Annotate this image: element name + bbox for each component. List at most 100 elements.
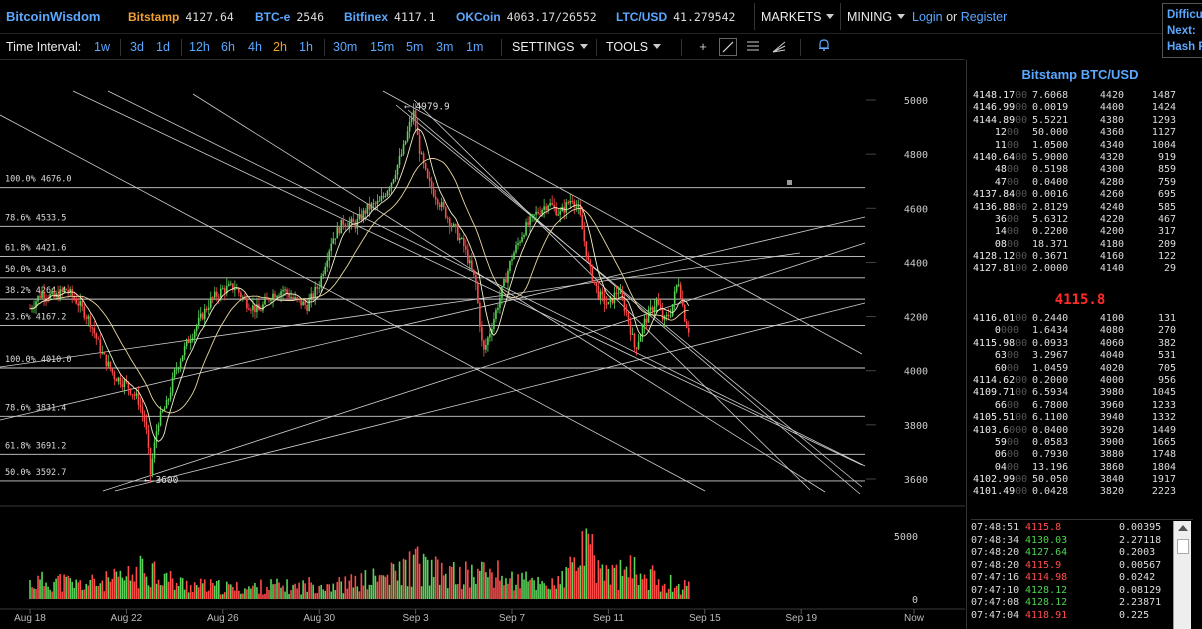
site-logo[interactable]: BitcoinWisdom bbox=[6, 9, 101, 24]
volume-bar bbox=[266, 586, 268, 599]
ask-row[interactable]: 4140.6400 5.9000 4320 919 bbox=[973, 152, 1189, 164]
ask-row[interactable]: 4800 0.5198 4300 859 bbox=[973, 164, 1189, 176]
bid-row[interactable]: 4109.7100 6.5934 3980 1045 bbox=[973, 387, 1189, 399]
interval-3d[interactable]: 3d bbox=[130, 40, 144, 54]
login-link[interactable]: Login bbox=[912, 10, 943, 24]
bid-row[interactable]: 6600 6.7800 3960 1233 bbox=[973, 400, 1189, 412]
candle-body bbox=[535, 211, 537, 215]
volume-bar bbox=[356, 586, 359, 599]
ask-row[interactable]: 1200 50.000 4360 1127 bbox=[973, 127, 1189, 139]
time-tick-label: Aug 22 bbox=[111, 613, 143, 624]
bid-row[interactable]: 6300 3.2967 4040 531 bbox=[973, 350, 1189, 362]
ticker-btce[interactable]: BTC-e 2546 bbox=[255, 10, 324, 24]
candle-body bbox=[547, 205, 549, 211]
candle-body bbox=[571, 200, 574, 202]
interval-1h[interactable]: 1h bbox=[299, 40, 313, 54]
bid-row[interactable]: 4116.0100 0.2440 4100 131 bbox=[973, 313, 1189, 325]
ask-row[interactable]: 4128.1200 0.3671 4160 122 bbox=[973, 251, 1189, 263]
toolbar-divider bbox=[800, 39, 801, 56]
interval-15m[interactable]: 15m bbox=[370, 40, 394, 54]
volume-bar bbox=[183, 589, 186, 599]
settings-menu[interactable]: SETTINGS bbox=[512, 40, 588, 54]
interval-3m[interactable]: 3m bbox=[436, 40, 453, 54]
ask-row[interactable]: 4144.8900 5.5221 4380 1293 bbox=[973, 115, 1189, 127]
ask-row[interactable]: 4148.1700 7.6068 4420 1487 bbox=[973, 90, 1189, 102]
ask-row[interactable]: 4146.9900 0.0019 4400 1424 bbox=[973, 102, 1189, 114]
ask-row[interactable]: 4136.8800 2.8129 4240 585 bbox=[973, 202, 1189, 214]
order-price: 4148.1700 bbox=[973, 90, 1028, 101]
alert-bell-icon[interactable] bbox=[815, 38, 833, 56]
interval-5m[interactable]: 5m bbox=[406, 40, 423, 54]
bid-row[interactable]: 4115.9800 0.0933 4060 382 bbox=[973, 338, 1189, 350]
volume-bar bbox=[358, 591, 361, 599]
register-link[interactable]: Register bbox=[961, 10, 1008, 24]
interval-6h[interactable]: 6h bbox=[221, 40, 235, 54]
trendline-icon[interactable] bbox=[719, 38, 737, 56]
volume-bar bbox=[336, 581, 339, 599]
interval-2h[interactable]: 2h bbox=[273, 40, 287, 54]
ticker-bitfinex[interactable]: Bitfinex 4117.1 bbox=[344, 10, 436, 24]
interval-12h[interactable]: 12h bbox=[189, 40, 210, 54]
candle-body bbox=[260, 310, 262, 312]
scroll-up-arrow-icon[interactable] bbox=[1178, 525, 1188, 531]
interval-1w[interactable]: 1w bbox=[94, 40, 110, 54]
depth-sum: 1004 bbox=[1151, 139, 1176, 151]
bid-row[interactable]: 0000 1.6434 4080 270 bbox=[973, 325, 1189, 337]
scroll-thumb[interactable] bbox=[1177, 539, 1189, 554]
candle-body bbox=[523, 235, 525, 238]
volume-bar bbox=[477, 568, 479, 599]
crosshair-icon[interactable]: + bbox=[694, 38, 712, 56]
ask-row[interactable]: 4700 0.0400 4280 759 bbox=[973, 177, 1189, 189]
bid-row[interactable]: 4114.6200 0.2000 4000 956 bbox=[973, 375, 1189, 387]
depth-price: 3880 bbox=[1099, 449, 1124, 461]
order-amount: 5.9000 bbox=[1032, 151, 1069, 163]
bid-row[interactable]: 4103.6000 0.0400 3920 1449 bbox=[973, 425, 1189, 437]
interval-4h[interactable]: 4h bbox=[248, 40, 262, 54]
trade-amount: 2.23871 bbox=[1119, 597, 1162, 608]
bid-row[interactable]: 6000 1.0459 4020 705 bbox=[973, 363, 1189, 375]
bid-row[interactable]: 5900 0.0583 3900 1665 bbox=[973, 437, 1189, 449]
interval-1d[interactable]: 1d bbox=[156, 40, 170, 54]
mining-menu[interactable]: MINING bbox=[840, 3, 911, 30]
ask-row[interactable]: 0800 18.371 4180 209 bbox=[973, 239, 1189, 251]
candle-body bbox=[77, 303, 79, 306]
ask-row[interactable]: 1400 0.2200 4200 317 bbox=[973, 226, 1189, 238]
volume-bar bbox=[342, 593, 345, 599]
volume-bar bbox=[276, 578, 278, 599]
bid-row[interactable]: 4101.4900 0.0428 3820 2223 bbox=[973, 486, 1189, 498]
order-price: 4109.7100 bbox=[973, 387, 1028, 399]
ticker-bitstamp[interactable]: Bitstamp 4127.64 bbox=[128, 10, 234, 24]
interval-30m[interactable]: 30m bbox=[333, 40, 357, 54]
candle-body bbox=[199, 313, 202, 318]
ask-row[interactable]: 1100 1.0500 4340 1004 bbox=[973, 140, 1189, 152]
volume-bar bbox=[93, 578, 96, 599]
volume-bar bbox=[563, 587, 566, 599]
horizontal-lines-icon[interactable] bbox=[744, 38, 762, 56]
ticker-okcoin[interactable]: OKCoin 4063.17/26552 bbox=[456, 10, 597, 24]
tools-menu[interactable]: TOOLS bbox=[606, 40, 662, 54]
ask-row[interactable]: 3600 5.6312 4220 467 bbox=[973, 214, 1189, 226]
ask-row[interactable]: 4137.8400 0.0016 4260 695 bbox=[973, 189, 1189, 201]
volume-bar bbox=[541, 580, 543, 599]
bid-row[interactable]: 4105.5100 6.1100 3940 1332 bbox=[973, 412, 1189, 424]
depth-price: 4360 bbox=[1099, 127, 1124, 139]
markets-menu[interactable]: MARKETS bbox=[754, 3, 840, 30]
price-chart-area[interactable]: 5000 4800 4600 4400 4200 4000 3800 3600 5000 0 Aug… bbox=[0, 60, 965, 629]
bid-row[interactable]: 0600 0.7930 3880 1748 bbox=[973, 449, 1189, 461]
ask-row[interactable]: 4127.8100 2.0000 4140 29 bbox=[973, 263, 1189, 275]
bid-row[interactable]: 0400 13.196 3860 1804 bbox=[973, 462, 1189, 474]
depth-price: 4080 bbox=[1099, 325, 1124, 337]
bid-row[interactable]: 4102.9900 50.050 3840 1917 bbox=[973, 474, 1189, 486]
interval-1m[interactable]: 1m bbox=[466, 40, 483, 54]
volume-bar bbox=[499, 580, 501, 599]
candle-body bbox=[426, 169, 429, 178]
candlestick-chart[interactable]: 5000 4800 4600 4400 4200 4000 3800 3600 5000 0 Aug… bbox=[0, 60, 965, 629]
trades-scrollbar[interactable] bbox=[1173, 521, 1191, 629]
volume-bar bbox=[625, 566, 628, 599]
candle-body bbox=[105, 354, 108, 367]
depth-sum: 29 bbox=[1163, 263, 1176, 275]
fan-icon[interactable] bbox=[770, 38, 788, 56]
volume-bar bbox=[471, 564, 473, 599]
ticker-ltcusd[interactable]: LTC/USD 41.279542 bbox=[616, 10, 735, 24]
candle-body bbox=[254, 305, 256, 313]
